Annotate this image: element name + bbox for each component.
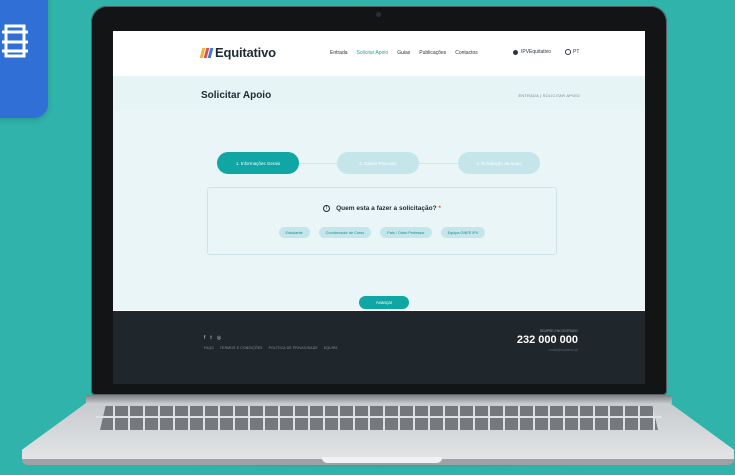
logo-text: Equitativo <box>215 45 276 60</box>
page-title: Solicitar Apoio <box>201 90 272 101</box>
step-solicitacao-apoio[interactable]: 3. Solicitação de Apoio <box>458 152 540 174</box>
globe-icon <box>565 49 571 55</box>
laptop-hinge <box>86 395 672 404</box>
nav-item-publicacoes[interactable]: Publicações <box>419 50 446 56</box>
question: ! Quem esta a fazer a solicitação? * <box>208 205 556 212</box>
logo-mark-icon <box>199 47 214 58</box>
keyboard-row-gap <box>96 416 662 418</box>
instagram-icon[interactable]: ◎ <box>217 335 221 341</box>
nav-item-solicitar-apoio[interactable]: Solicitar Apoio <box>357 50 389 56</box>
logo[interactable]: Equitativo <box>199 45 276 60</box>
user-menu[interactable]: IPVEquitativo <box>513 49 551 55</box>
step-dados-pessoais[interactable]: 2. Dados Pessoais <box>337 152 419 174</box>
user-label: IPVEquitativo <box>521 49 552 55</box>
footer-links: FAQS TERMOS E CONDIÇÕES POLÍTICA DE PRIV… <box>204 346 338 350</box>
question-card: ! Quem esta a fazer a solicitação? * Estu… <box>207 187 557 255</box>
required-mark: * <box>438 205 441 213</box>
laptop-screen: Equitativo Entrada Solicitar Apoio Guias… <box>113 31 645 384</box>
twitter-icon[interactable]: t <box>210 335 211 341</box>
next-button[interactable]: Avançar <box>359 296 409 309</box>
site-footer: f t ◎ FAQS TERMOS E CONDIÇÕES POLÍTICA D… <box>113 311 645 384</box>
main-nav: Entrada Solicitar Apoio Guias Publicaçõe… <box>330 50 478 56</box>
footer-email[interactable]: email@equitativo.pt <box>549 348 578 352</box>
breadcrumb: ENTRADA | SOLICITAR APOIO <box>518 93 580 98</box>
social-links: f t ◎ <box>204 335 221 341</box>
step-informacoes-gerais[interactable]: 1. Informações Gerais <box>217 152 299 174</box>
nav-item-guias[interactable]: Guias <box>397 50 410 56</box>
title-band: Solicitar Apoio ENTRADA | SOLICITAR APOI… <box>113 76 645 110</box>
language-label: PT <box>573 49 580 55</box>
phone-number[interactable]: 232 000 000 <box>517 334 578 346</box>
option-estudante[interactable]: Estudante <box>278 227 310 238</box>
footer-link-equipa[interactable]: EQUIPA <box>324 346 338 350</box>
facebook-icon[interactable]: f <box>204 335 205 341</box>
site-header: Equitativo Entrada Solicitar Apoio Guias… <box>113 31 645 76</box>
footer-link-faqs[interactable]: FAQS <box>204 346 214 350</box>
user-icon <box>513 49 518 55</box>
building-icon <box>2 24 28 58</box>
wizard-steps: 1. Informações Gerais 2. Dados Pessoais … <box>217 152 540 174</box>
option-coordenador-curso[interactable]: Coordenador de Curso <box>318 227 372 238</box>
laptop-notch <box>322 457 442 463</box>
language-selector[interactable]: PT <box>565 49 579 55</box>
nav-item-contactos[interactable]: Contactos <box>455 50 478 56</box>
footer-link-privacidade[interactable]: POLÍTICA DE PRIVACIDADE <box>269 346 318 350</box>
corner-badge <box>0 0 48 118</box>
option-pais-outro-professor[interactable]: Pais / Outro Professor <box>380 227 432 238</box>
info-icon: ! <box>323 205 331 212</box>
option-equipa-gnee[interactable]: Equipa GNEE IPV <box>440 227 486 238</box>
question-text: Quem esta a fazer a solicitação? <box>336 205 437 213</box>
footer-link-termos[interactable]: TERMOS E CONDIÇÕES <box>220 346 263 350</box>
phone-label: SEMPRE ENCONTRADO <box>539 329 578 333</box>
laptop-screen-bezel: Equitativo Entrada Solicitar Apoio Guias… <box>91 6 667 395</box>
keyboard <box>100 406 658 430</box>
nav-item-entrada[interactable]: Entrada <box>330 50 348 56</box>
requester-options: Estudante Coordenador de Curso Pais / Ou… <box>208 227 556 238</box>
camera <box>376 12 381 17</box>
main-content: 1. Informações Gerais 2. Dados Pessoais … <box>113 110 645 310</box>
